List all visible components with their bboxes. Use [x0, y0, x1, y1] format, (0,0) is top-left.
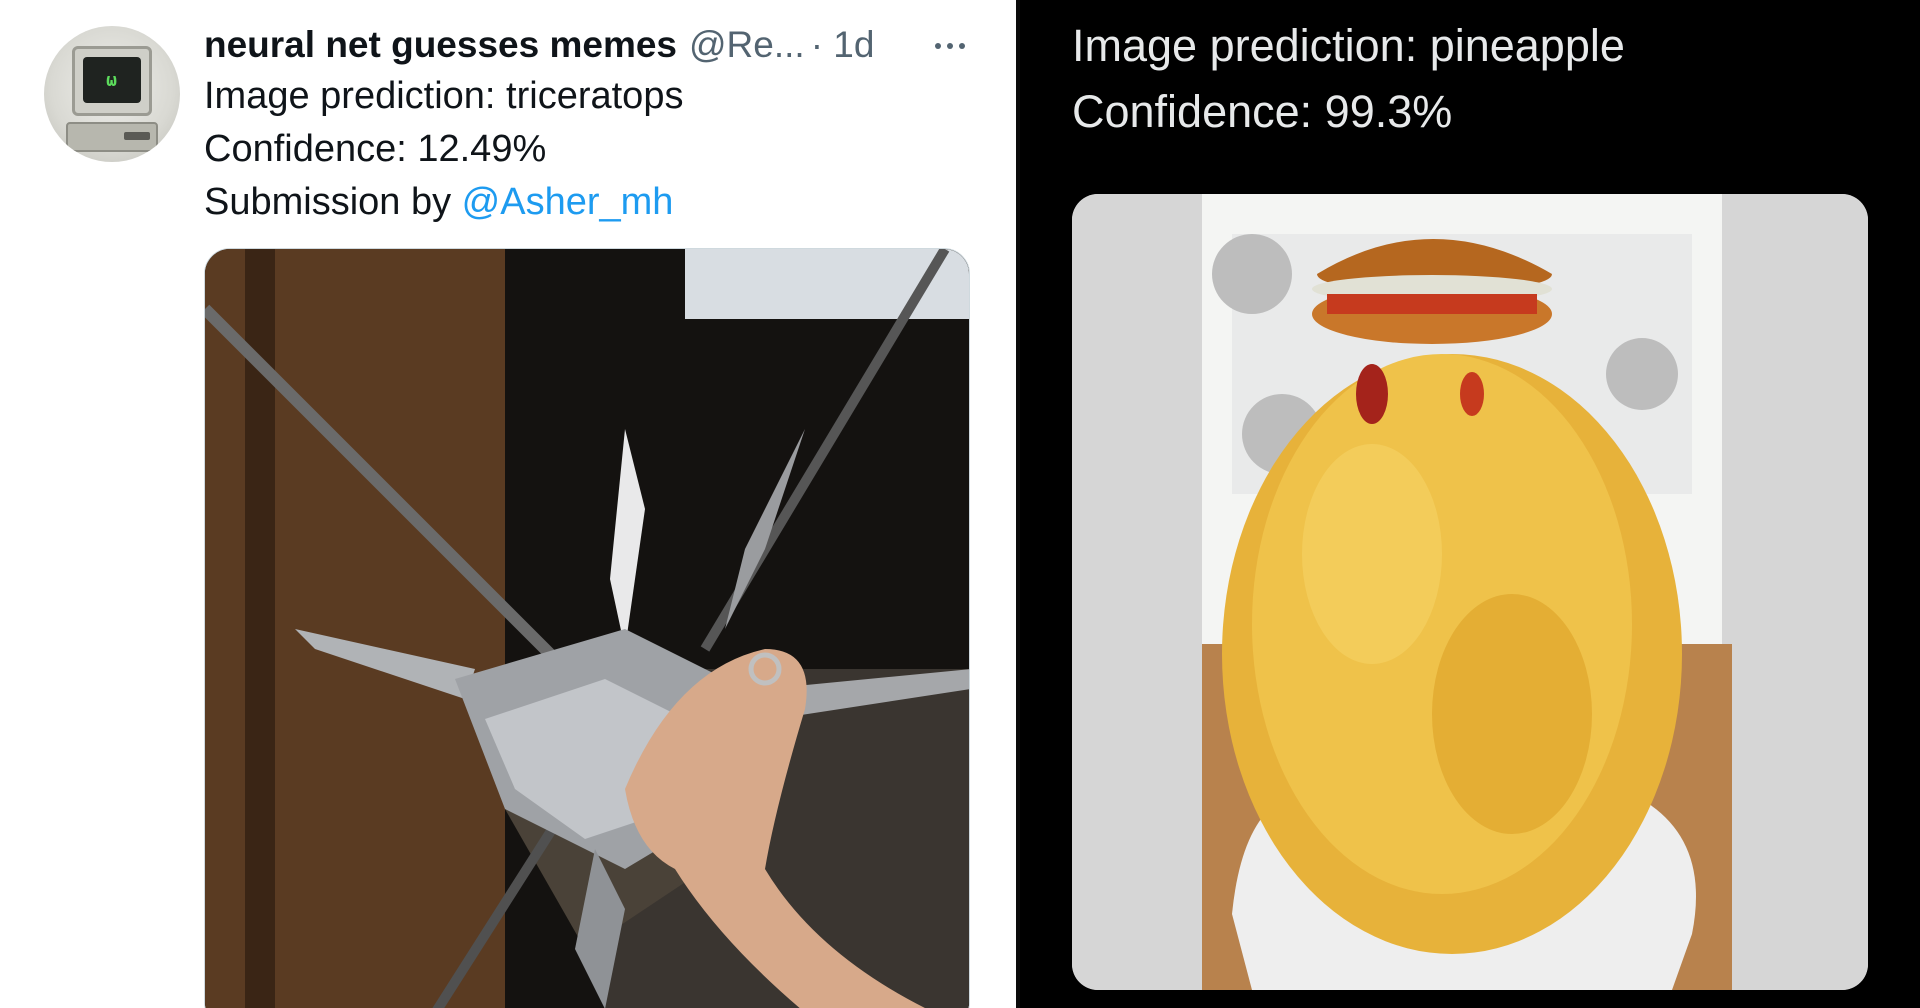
more-options-icon[interactable]: [924, 24, 976, 68]
computer-avatar-icon: ω: [72, 46, 152, 116]
profile-avatar[interactable]: ω: [44, 26, 180, 162]
confidence-text: Confidence: 12.49%: [204, 128, 547, 170]
left-tweet-panel: ω neural net guesses memes @Re... · 1d I…: [0, 0, 1016, 1008]
mention-link[interactable]: @Asher_mh: [462, 181, 674, 223]
tweet-photo[interactable]: [204, 248, 970, 1008]
prediction-text-dark: Image prediction: pineapple: [1072, 20, 1625, 71]
submission-text: Submission by @Asher_mh: [204, 176, 984, 229]
right-tweet-panel: Image prediction: pineapple Confidence: …: [1020, 0, 1920, 1008]
cheese-burger-photo: [1072, 194, 1868, 990]
tweet-body: neural net guesses memes @Re... · 1d Ima…: [204, 20, 984, 229]
tweet-timestamp[interactable]: · 1d: [811, 24, 875, 66]
knives-photo: [205, 249, 969, 1008]
display-name[interactable]: neural net guesses memes: [204, 24, 677, 66]
prediction-text: Image prediction: triceratops: [204, 75, 684, 117]
tweet-header: neural net guesses memes @Re... · 1d: [204, 20, 984, 70]
submission-prefix: Submission by: [204, 181, 462, 223]
avatar-face-text: ω: [106, 69, 118, 91]
user-handle[interactable]: @Re...: [689, 24, 805, 66]
confidence-text-dark: Confidence: 99.3%: [1072, 86, 1453, 137]
burger-photo[interactable]: [1072, 194, 1868, 990]
